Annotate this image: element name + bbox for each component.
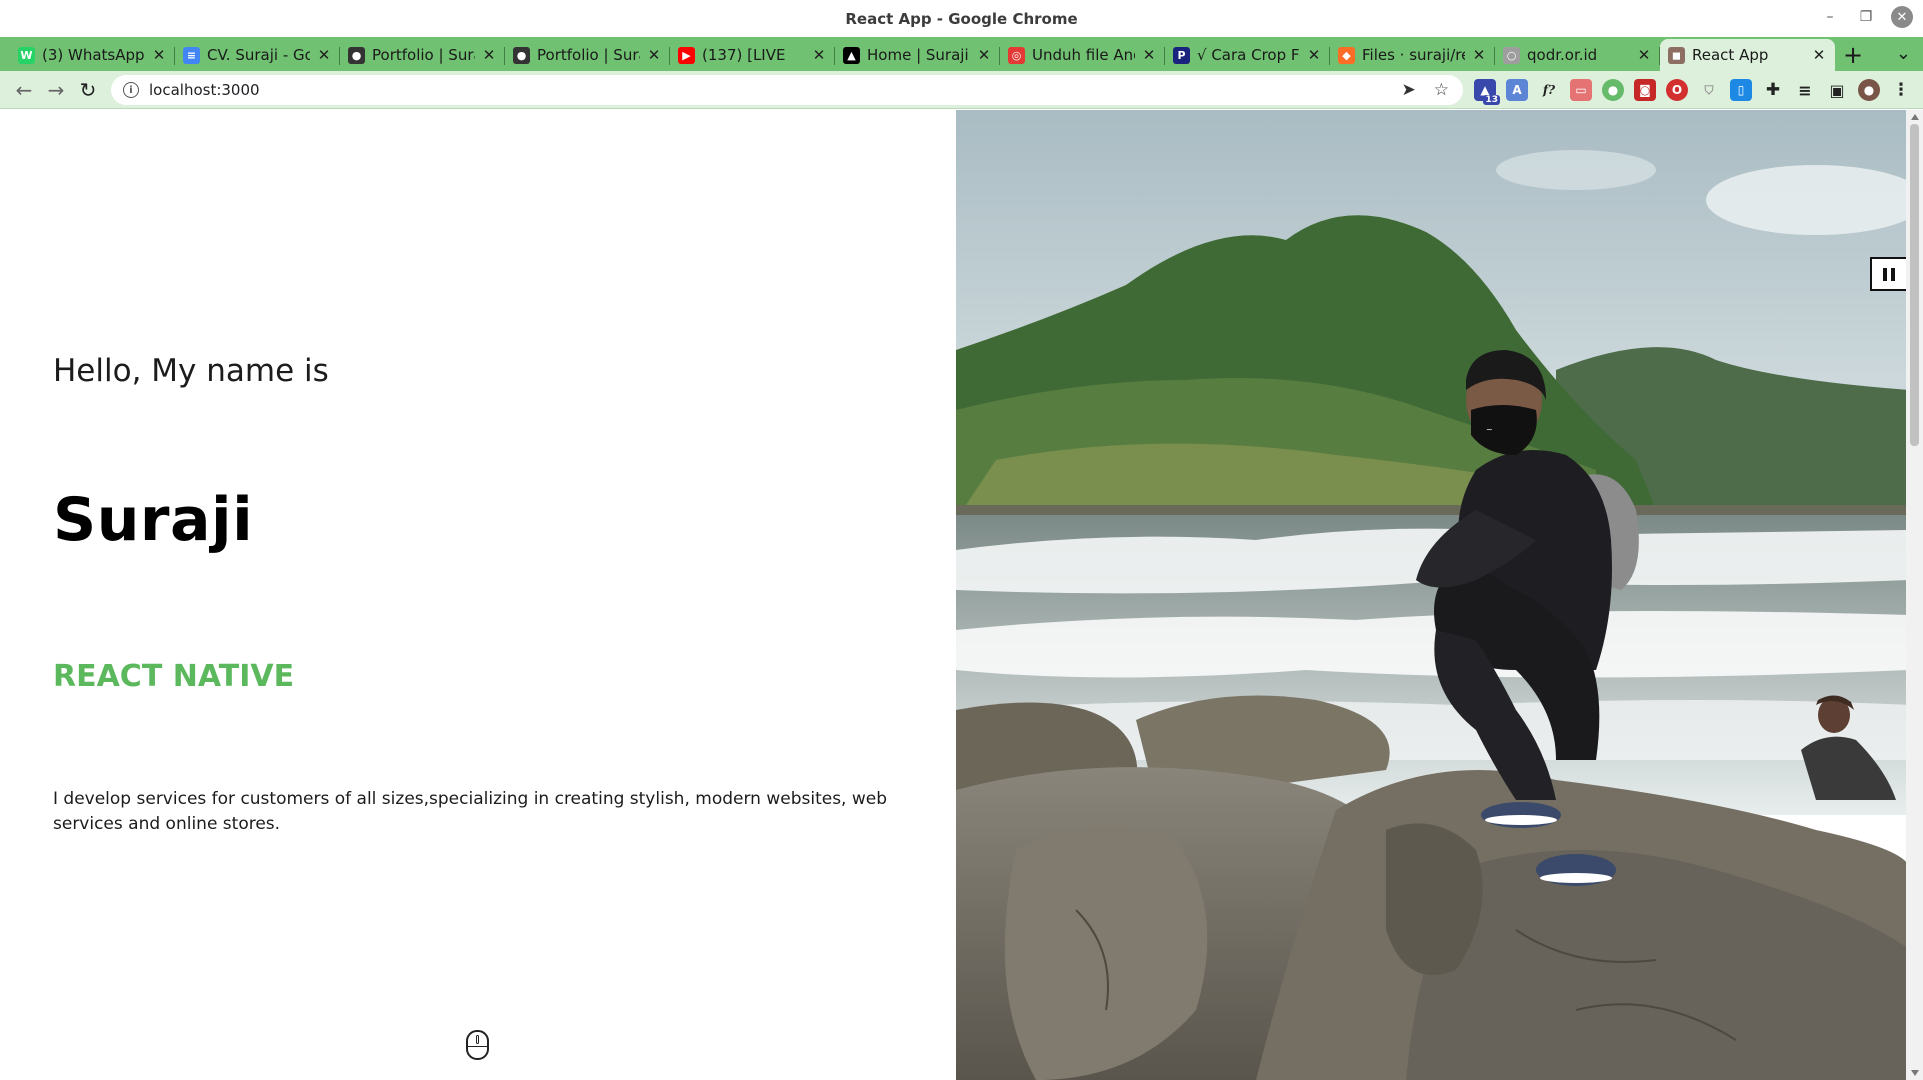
tab-close-icon[interactable]: ✕: [646, 46, 662, 64]
side-panel-icon[interactable]: ▣: [1826, 79, 1848, 101]
tab-close-icon[interactable]: ✕: [976, 46, 992, 64]
browser-tab[interactable]: ≡ CV. Suraji - Go ✕: [175, 39, 340, 71]
tab-label: √ Cara Crop Fo: [1197, 46, 1300, 64]
screen-extension-icon[interactable]: ▭: [1570, 79, 1592, 101]
hero-text-section: Hello, My name is Suraji REACT NATIVE I …: [0, 110, 956, 1080]
vercel-icon: ▲: [843, 46, 860, 64]
browser-tab[interactable]: ● Portfolio | Sura ✕: [340, 39, 505, 71]
tab-close-icon[interactable]: ✕: [1811, 46, 1827, 64]
browser-tab[interactable]: ◆ Files · suraji/re ✕: [1330, 39, 1495, 71]
tab-close-icon[interactable]: ✕: [811, 46, 827, 64]
whatsapp-icon: W: [18, 46, 35, 64]
tab-close-icon[interactable]: ✕: [1636, 46, 1652, 64]
tab-close-icon[interactable]: ✕: [481, 46, 497, 64]
shield-extension-icon[interactable]: ⛉: [1698, 79, 1720, 101]
menu-kebab-icon[interactable]: ⋮: [1890, 79, 1912, 101]
window-title: React App - Google Chrome: [845, 9, 1078, 28]
function-extension-icon[interactable]: f?: [1538, 79, 1560, 101]
tab-close-icon[interactable]: ✕: [1141, 46, 1157, 64]
back-arrow-icon[interactable]: ←: [8, 74, 40, 106]
red-extension-icon[interactable]: ◙: [1634, 79, 1656, 101]
hero-photo: ~: [956, 110, 1910, 1080]
tab-label: CV. Suraji - Go: [207, 46, 310, 64]
tab-label: Files · suraji/re: [1362, 46, 1465, 64]
pause-icon[interactable]: [1870, 257, 1908, 291]
google-docs-icon: ≡: [183, 46, 200, 64]
address-bar[interactable]: i localhost:3000 ➤ ☆: [111, 75, 1463, 105]
hero-name: Suraji: [53, 485, 254, 555]
avatar[interactable]: ●: [1858, 79, 1880, 101]
browser-tab[interactable]: ◎ Unduh file And ✕: [1000, 39, 1165, 71]
tab-strip: W (3) WhatsApp ✕ ≡ CV. Suraji - Go ✕ ● Portfoli…: [0, 37, 1923, 71]
svg-text:~: ~: [1486, 425, 1493, 434]
tab-close-icon[interactable]: ✕: [1306, 46, 1322, 64]
youtube-icon: ▶: [678, 46, 695, 64]
new-tab-plus-icon[interactable]: +: [1835, 39, 1871, 71]
puzzle-extensions-icon[interactable]: ✚: [1762, 79, 1784, 101]
url-text[interactable]: localhost:3000: [149, 81, 260, 99]
color-picker-extension-icon[interactable]: ●: [1602, 79, 1624, 101]
reload-icon[interactable]: ↻: [72, 74, 104, 106]
window-controls: – ❐ ✕: [1819, 6, 1913, 28]
opera-extension-icon[interactable]: O: [1666, 79, 1688, 101]
github-icon: ●: [513, 46, 530, 64]
browser-tab[interactable]: ▲ Home | Suraji | ✕: [835, 39, 1000, 71]
extension-badge: 13: [1483, 95, 1500, 105]
minimize-icon[interactable]: –: [1819, 6, 1841, 28]
forward-arrow-icon[interactable]: →: [40, 74, 72, 106]
hero-description: I develop services for customers of all …: [53, 789, 888, 834]
globe-icon: ○: [1503, 46, 1520, 64]
tab-label: qodr.or.id: [1527, 46, 1598, 64]
browser-tab[interactable]: ○ qodr.or.id ✕: [1495, 39, 1660, 71]
download-site-icon: ◎: [1008, 46, 1025, 64]
page-viewport: Hello, My name is Suraji REACT NATIVE I …: [0, 110, 1923, 1080]
gitlab-icon: ◆: [1338, 46, 1355, 64]
tab-label: Unduh file And: [1032, 46, 1135, 64]
scroll-down-icon[interactable]: [1911, 1070, 1919, 1076]
mouse-scroll-icon[interactable]: [466, 1030, 489, 1060]
browser-tab[interactable]: W (3) WhatsApp ✕: [10, 39, 175, 71]
info-icon[interactable]: i: [123, 82, 139, 98]
browser-tab[interactable]: P √ Cara Crop Fo ✕: [1165, 39, 1330, 71]
close-icon[interactable]: ✕: [1891, 6, 1913, 28]
tab-label: (3) WhatsApp: [42, 46, 145, 64]
browser-tab[interactable]: ● Portfolio | Sura ✕: [505, 39, 670, 71]
tab-close-icon[interactable]: ✕: [151, 46, 167, 64]
beach-photo-image: ~: [956, 110, 1910, 1080]
browser-tab[interactable]: ▶ (137) [LIVE ✕: [670, 39, 835, 71]
window-titlebar: React App - Google Chrome – ❐ ✕: [0, 0, 1923, 37]
github-icon: ●: [348, 46, 365, 64]
restore-icon[interactable]: ❐: [1855, 6, 1877, 28]
p-site-icon: P: [1173, 46, 1190, 64]
hero-greeting: Hello, My name is: [53, 353, 329, 389]
hero-role: REACT NATIVE: [53, 659, 295, 694]
tab-label: Portfolio | Sura: [537, 46, 640, 64]
react-app-icon: ◼: [1668, 46, 1685, 64]
extension-cap-icon[interactable]: ▲ 13: [1474, 79, 1500, 105]
send-icon[interactable]: ➤: [1402, 80, 1416, 100]
page-scrollbar[interactable]: [1906, 110, 1923, 1080]
tab-label: (137) [LIVE: [702, 46, 786, 64]
clipboard-extension-icon[interactable]: ▯: [1730, 79, 1752, 101]
translate-extension-icon[interactable]: A: [1506, 79, 1528, 101]
browser-tab[interactable]: ◼ React App ✕: [1660, 39, 1835, 71]
tab-label: Portfolio | Sura: [372, 46, 475, 64]
star-icon[interactable]: ☆: [1434, 80, 1449, 100]
scroll-up-icon[interactable]: [1911, 114, 1919, 120]
tab-label: React App: [1692, 46, 1769, 64]
extensions-area: ▲ 13 A f? ▭ ● ◙ O ⛉ ▯ ✚ ≡ ▣ ● ⋮: [1474, 79, 1912, 105]
tab-close-icon[interactable]: ✕: [316, 46, 332, 64]
tab-close-icon[interactable]: ✕: [1471, 46, 1487, 64]
scrollbar-thumb[interactable]: [1910, 124, 1919, 446]
reading-list-icon[interactable]: ≡: [1794, 79, 1816, 101]
tab-label: Home | Suraji |: [867, 46, 970, 64]
browser-toolbar: ← → ↻ i localhost:3000 ➤ ☆ ▲ 13 A f? ▭ ● …: [0, 71, 1923, 109]
tab-search-chevron-icon[interactable]: ⌄: [1896, 43, 1911, 64]
